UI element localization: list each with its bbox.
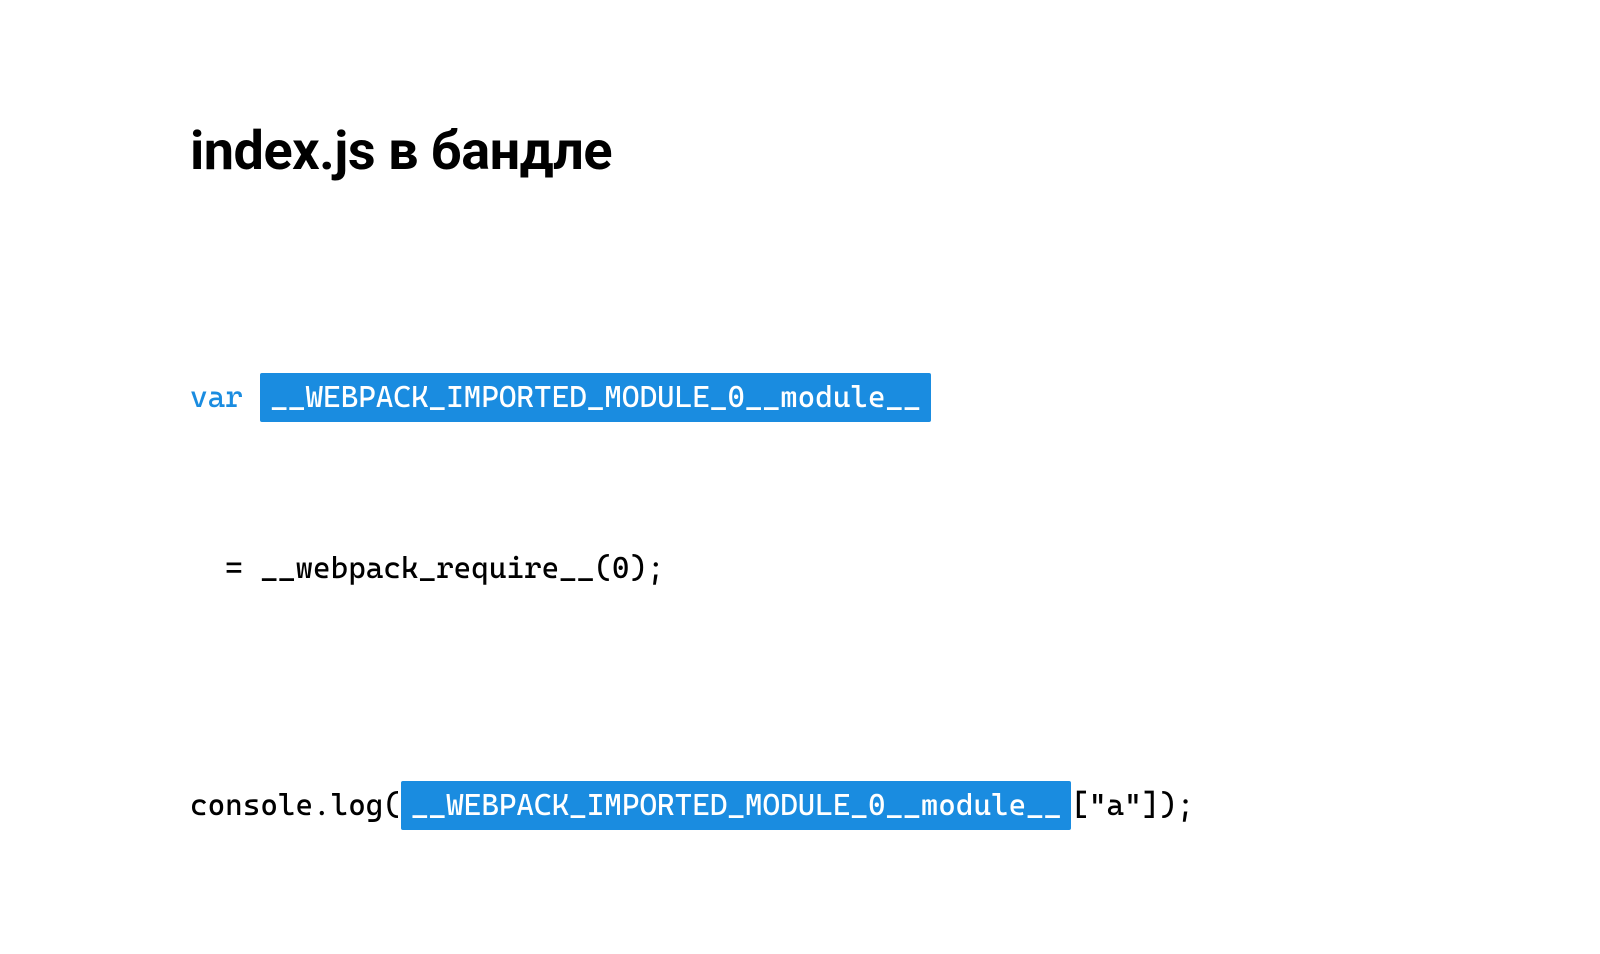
indent xyxy=(190,546,225,591)
code-line-2: = __webpack_require__(0); xyxy=(190,546,1600,591)
code-suffix: ["a"]); xyxy=(1071,788,1194,823)
code-prefix: console.log( xyxy=(190,788,401,823)
slide-title: index.js в бандле xyxy=(190,120,1600,183)
slide: index.js в бандле var __WEBPACK_IMPORTED… xyxy=(0,0,1600,807)
code-line-1: var __WEBPACK_IMPORTED_MODULE_0__module_… xyxy=(190,373,1600,422)
highlight-module-var: __WEBPACK_IMPORTED_MODULE_0__module__ xyxy=(260,373,930,422)
keyword-var: var xyxy=(190,380,243,415)
code-line-3: console.log(__WEBPACK_IMPORTED_MODULE_0_… xyxy=(190,781,1600,830)
code-block: var __WEBPACK_IMPORTED_MODULE_0__module_… xyxy=(190,283,1600,954)
code-text: = __webpack_require__(0); xyxy=(225,551,664,586)
highlight-module-ref: __WEBPACK_IMPORTED_MODULE_0__module__ xyxy=(401,781,1071,830)
